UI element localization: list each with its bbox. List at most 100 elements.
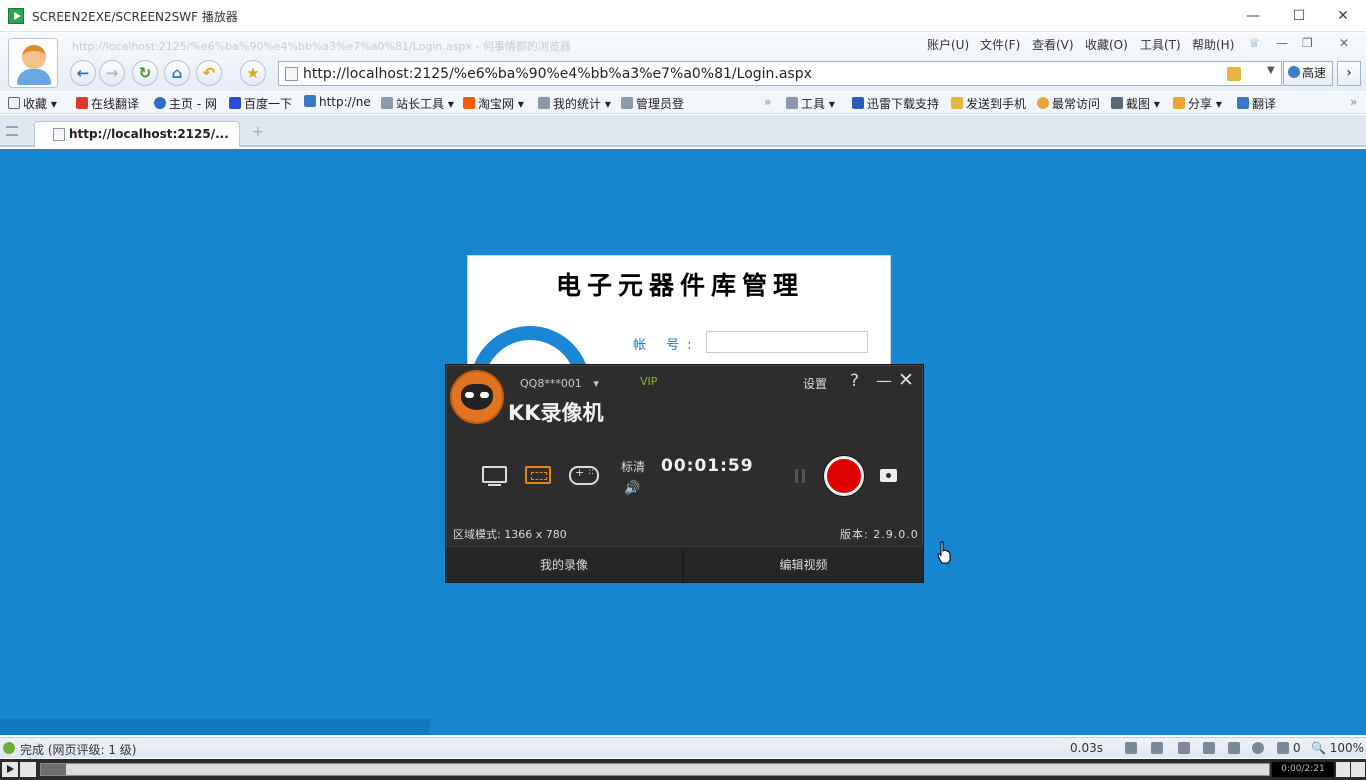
account-label: 帐 号: [633,338,700,353]
browser-close-icon[interactable]: ✕ [1339,36,1349,50]
favorites-item-translate-tool[interactable]: 翻译 [1237,95,1276,112]
record-button[interactable] [824,456,864,496]
load-time: 0.03s [1070,741,1103,755]
my-recordings-button[interactable]: 我的录像 [446,547,682,583]
address-dropdown-icon[interactable]: ▼ [1267,65,1275,76]
recorder-help-button[interactable]: ? [850,371,859,391]
favorites-item-most-visited[interactable]: 最常访问 [1037,95,1100,112]
favorites-more-icon[interactable]: » [1350,95,1357,109]
fullscreen-mode-icon[interactable] [482,466,507,486]
image-icon[interactable] [1228,742,1240,754]
favorites-item-tools[interactable]: 工具 ▾ [786,95,835,112]
game-mode-icon[interactable] [569,466,599,485]
favorites-item-http[interactable]: http://ne [304,95,371,109]
menu-view[interactable]: 查看(V) [1032,36,1074,53]
home-button[interactable]: ⌂ [164,60,190,86]
speed-mode-label: 高速 [1302,66,1327,80]
security-shield-icon[interactable] [1227,67,1241,81]
recorder-footer: 我的录像 编辑视频 [446,546,923,582]
skin-icon[interactable]: ♕ [1249,36,1260,50]
seek-bar[interactable] [40,763,1270,776]
quality-selector[interactable]: 标清 [621,458,645,475]
kk-raccoon-logo-icon [450,370,504,424]
menu-help[interactable]: 帮助(H) [1192,36,1234,53]
window-title: SCREEN2EXE/SCREEN2SWF 播放器 [32,10,238,24]
forward-button[interactable]: → [99,60,125,86]
address-bar[interactable]: http://localhost:2125/%e6%ba%90%e4%bb%a3… [278,61,1282,86]
favorites-item-send-phone[interactable]: 发送到手机 [951,95,1026,112]
favorites-overflow-icon[interactable]: » [764,95,771,109]
favorites-item-collect[interactable]: 收藏 ▾ [8,95,57,112]
account-input[interactable] [706,331,868,353]
user-avatar[interactable] [8,38,58,88]
back-button[interactable]: ← [70,60,96,86]
eye-icon[interactable] [1252,742,1264,754]
recorder-minimize-button[interactable]: — [876,371,892,390]
recorder-brand: KK录像机 [508,401,604,425]
region-mode-info: 区域模式: 1366 x 780 [453,528,567,541]
shield-icon[interactable] [1277,742,1289,754]
globe-icon [1288,66,1300,78]
window-caption-url: http://localhost:2125/%e6%ba%90%e4%bb%a3… [72,40,571,53]
browser-minimize-icon[interactable]: — [1276,36,1288,50]
pause-icon[interactable] [795,469,805,483]
play-button[interactable] [2,762,18,777]
edit-video-button[interactable]: 编辑视频 [684,547,923,583]
refresh-button[interactable]: ↻ [132,60,158,86]
taobao-icon [463,97,475,109]
undo-close-button[interactable]: ↶ [196,60,222,86]
go-button[interactable]: › [1337,61,1361,86]
system-title: 电子元器件库管理 [555,271,804,300]
region-mode-icon[interactable] [525,466,551,484]
zoom-icon: 🔍 [1311,741,1326,755]
kk-recorder-window: QQ8***001 ▾ VIP KK录像机 设置 ? — ✕ 标清 🔊 00:0… [445,364,924,583]
zoom-level[interactable]: 🔍 100% [1311,741,1364,755]
menu-favorites[interactable]: 收藏(O) [1085,36,1128,53]
recorder-settings-button[interactable]: 设置 [803,375,827,392]
window-minimize-button[interactable]: — [1230,4,1276,28]
tab-list-icon[interactable] [6,126,18,136]
player-control-bar: 0:00/2:21 [0,759,1366,780]
speed-mode-button[interactable]: 高速 [1283,61,1333,86]
favorites-item-admin[interactable]: 管理员登 [621,95,684,112]
browser-status-bar: 完成 (网页评级: 1 级) 0.03s 0 🔍 100% [0,737,1366,758]
tab-login-page[interactable]: http://localhost:2125/... [34,121,240,147]
favorites-item-baidu[interactable]: 百度一下 [229,95,292,112]
favorites-item-stats[interactable]: 我的统计 ▾ [538,95,611,112]
favorites-item-share[interactable]: 分享 ▾ [1173,95,1222,112]
printer-icon[interactable] [1203,742,1215,754]
recorder-account[interactable]: QQ8***001 ▾ [520,377,599,390]
favorites-icon [8,97,20,109]
camera-icon[interactable] [880,469,897,482]
speedup-icon[interactable] [1125,742,1137,754]
volume-button[interactable] [20,762,36,777]
vip-badge[interactable]: VIP [640,375,657,388]
menu-file[interactable]: 文件(F) [980,36,1020,53]
hand-cursor-icon [937,541,951,564]
favorites-item-screenshot[interactable]: 截图 ▾ [1111,95,1160,112]
volume-icon[interactable]: 🔊 [624,481,640,496]
favorites-item-translate[interactable]: 在线翻译 [76,95,139,112]
window-close-button[interactable]: ✕ [1320,4,1366,28]
favorites-item-home[interactable]: 主页 - 网 [154,95,217,112]
bar-chart-icon [304,95,316,107]
download-icon[interactable] [1151,742,1163,754]
share-icon [1173,97,1185,109]
favorites-item-xunlei[interactable]: 迅雷下载支持 [852,95,939,112]
raccoon-eye [480,392,489,398]
browser-restore-icon[interactable]: ❐ [1302,36,1313,50]
window-maximize-button[interactable]: ☐ [1276,4,1322,28]
favorites-item-webmaster[interactable]: 站长工具 ▾ [381,95,454,112]
menu-tools[interactable]: 工具(T) [1140,36,1181,53]
favorite-star-button[interactable]: ★ [240,60,266,86]
menu-account[interactable]: 账户(U) [927,36,969,53]
recorder-close-button[interactable]: ✕ [898,369,914,391]
favorites-item-taobao[interactable]: 淘宝网 ▾ [463,95,524,112]
page-icon [621,97,633,109]
address-input[interactable]: http://localhost:2125/%e6%ba%90%e4%bb%a3… [303,66,812,82]
avatar-head [22,45,46,69]
new-tab-icon[interactable]: + [252,124,264,140]
player-info-button[interactable] [1351,762,1365,777]
sound-icon[interactable] [1178,742,1190,754]
fullscreen-button[interactable] [1336,762,1350,777]
